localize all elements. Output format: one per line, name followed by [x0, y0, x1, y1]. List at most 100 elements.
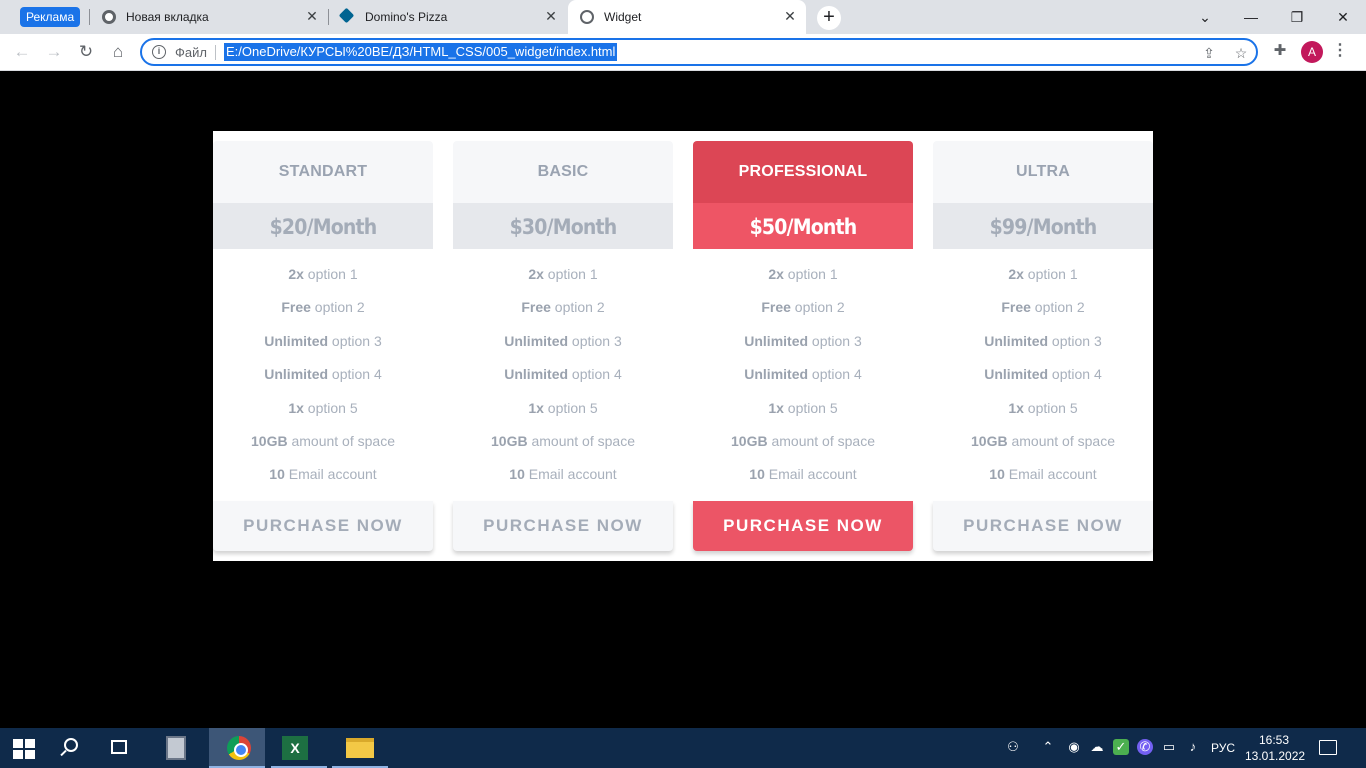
feature-text: option 5	[303, 399, 358, 416]
search-icon[interactable]	[64, 738, 78, 752]
browser-menu-icon[interactable]: ⋮	[1332, 40, 1348, 62]
extensions-puzzle-icon[interactable]: ✚	[1269, 40, 1291, 62]
show-hidden-icons-chevron-icon[interactable]: ⌃	[1040, 739, 1056, 755]
feature-strong: 10GB	[491, 432, 528, 449]
feature-text: option 5	[1023, 399, 1078, 416]
security-check-icon[interactable]: ✓	[1113, 739, 1129, 755]
tab-search-button[interactable]: ⌄	[1182, 4, 1228, 30]
feature-item: 1x option 5	[693, 400, 913, 433]
close-icon[interactable]: ✕	[543, 8, 559, 24]
feature-item: Unlimited option 4	[213, 366, 433, 399]
feature-text: option 4	[568, 366, 622, 383]
plan-price: $20/Month	[213, 203, 433, 249]
restore-button[interactable]: ❐	[1274, 4, 1320, 30]
feature-item: 10 Email account	[453, 466, 673, 499]
feature-text: Email account	[1004, 466, 1097, 483]
tab-title: Новая вкладка	[126, 10, 209, 24]
feature-strong: Free	[761, 299, 791, 316]
feature-text: option 3	[808, 332, 862, 349]
windows-logo-icon	[13, 739, 35, 759]
clock-date: 13.01.2022	[1245, 749, 1306, 763]
onedrive-cloud-icon[interactable]: ☁	[1089, 739, 1105, 755]
feature-item: 10GB amount of space	[693, 433, 913, 466]
feature-strong: Unlimited	[504, 332, 569, 349]
purchase-now-button[interactable]: PURCHASE NOW	[933, 501, 1153, 551]
feature-text: option 4	[1048, 366, 1102, 383]
feature-text: option 5	[783, 399, 838, 416]
feature-text: option 2	[310, 299, 365, 316]
tab-title: Domino's Pizza	[365, 10, 448, 24]
browser-toolbar: ← → ↻ ⌂ i Файл E:/OneDrive/КУРСЫ%20BE/ДЗ…	[0, 34, 1366, 71]
feature-item: 1x option 5	[933, 400, 1153, 433]
feature-strong: 2x	[288, 266, 304, 282]
tab-new-tab[interactable]: Новая вкладка ✕	[90, 0, 328, 34]
bookmark-star-icon[interactable]: ☆	[1232, 44, 1250, 62]
forward-button[interactable]: →	[42, 40, 66, 64]
plan-card-standart: STANDART $20/Month 2x option 1 Free opti…	[213, 141, 433, 551]
feature-item: Free option 2	[213, 299, 433, 332]
notifications-icon[interactable]	[1319, 740, 1337, 755]
calculator-icon	[166, 736, 186, 760]
plan-name: PROFESSIONAL	[693, 141, 913, 203]
volume-icon[interactable]: ♪	[1185, 739, 1201, 755]
tab-dominos[interactable]: Domino's Pizza ✕	[329, 0, 567, 34]
viber-icon[interactable]: ✆	[1137, 739, 1153, 755]
start-button[interactable]	[0, 728, 48, 768]
feature-item: Unlimited option 3	[213, 333, 433, 366]
ad-badge[interactable]: Реклама	[20, 7, 81, 27]
purchase-now-button[interactable]: PURCHASE NOW	[693, 501, 913, 551]
profile-avatar[interactable]: A	[1301, 41, 1323, 63]
minimize-button[interactable]: —	[1228, 4, 1274, 30]
info-icon[interactable]: i	[152, 45, 166, 59]
feature-strong: 1x	[528, 399, 544, 416]
plan-name: STANDART	[213, 141, 433, 203]
feature-strong: Free	[281, 299, 311, 316]
close-icon[interactable]: ✕	[782, 8, 798, 24]
feature-item: 10 Email account	[693, 466, 913, 499]
back-button[interactable]: ←	[10, 40, 34, 64]
feature-strong: 10	[269, 466, 285, 483]
tab-strip: Реклама Новая вкладка ✕ Domino's Pizza ✕…	[0, 0, 1366, 34]
url-text[interactable]: E:/OneDrive/КУРСЫ%20BE/ДЗ/HTML_CSS/005_w…	[224, 43, 618, 61]
purchase-now-button[interactable]: PURCHASE NOW	[453, 501, 673, 551]
plan-card-basic: BASIC $30/Month 2x option 1 Free option …	[453, 141, 673, 551]
feature-list: 2x option 1 Free option 2 Unlimited opti…	[213, 249, 433, 501]
feature-text: option 1	[543, 266, 598, 282]
new-tab-button[interactable]: +	[817, 6, 841, 30]
feature-text: Email account	[764, 466, 857, 483]
feature-item: Free option 2	[693, 299, 913, 332]
clock[interactable]: 16:53 13.01.2022	[1245, 732, 1306, 764]
feature-text: option 1	[303, 266, 358, 282]
feature-item: 2x option 1	[933, 266, 1153, 299]
feature-strong: Unlimited	[984, 366, 1049, 383]
feature-text: option 5	[543, 399, 598, 416]
people-icon[interactable]: ⚇	[1005, 739, 1021, 755]
taskbar: X ⚇ ⌃ ◉ ☁ ✓ ✆ ▭ ♪ РУС 16:53 13.01.2022	[0, 728, 1366, 768]
discord-icon[interactable]: ◉	[1066, 739, 1082, 755]
feature-item: 10GB amount of space	[933, 433, 1153, 466]
feature-strong: 1x	[1008, 399, 1024, 416]
tab-widget[interactable]: Widget ✕	[568, 0, 806, 34]
feature-item: Unlimited option 4	[933, 366, 1153, 399]
address-bar[interactable]: i Файл E:/OneDrive/КУРСЫ%20BE/ДЗ/HTML_CS…	[140, 38, 1258, 66]
home-button[interactable]: ⌂	[106, 40, 130, 64]
window-close-button[interactable]: ✕	[1320, 4, 1366, 30]
purchase-now-button[interactable]: PURCHASE NOW	[213, 501, 433, 551]
pricing-widget: STANDART $20/Month 2x option 1 Free opti…	[213, 131, 1153, 561]
plan-card-professional: PROFESSIONAL $50/Month 2x option 1 Free …	[693, 141, 913, 551]
close-icon[interactable]: ✕	[304, 8, 320, 24]
share-icon[interactable]: ⇪	[1200, 44, 1218, 62]
network-icon[interactable]: ▭	[1161, 739, 1177, 755]
feature-item: Unlimited option 3	[933, 333, 1153, 366]
folder-icon	[346, 738, 374, 758]
feature-strong: 1x	[288, 399, 304, 416]
language-indicator[interactable]: РУС	[1211, 741, 1235, 755]
task-view-icon[interactable]	[111, 740, 127, 754]
feature-strong: Free	[1001, 299, 1031, 316]
feature-item: 1x option 5	[453, 400, 673, 433]
feature-strong: Unlimited	[984, 332, 1049, 349]
reload-button[interactable]: ↻	[74, 40, 98, 64]
feature-item: 2x option 1	[453, 266, 673, 299]
feature-strong: 1x	[768, 399, 784, 416]
divider	[215, 45, 216, 60]
